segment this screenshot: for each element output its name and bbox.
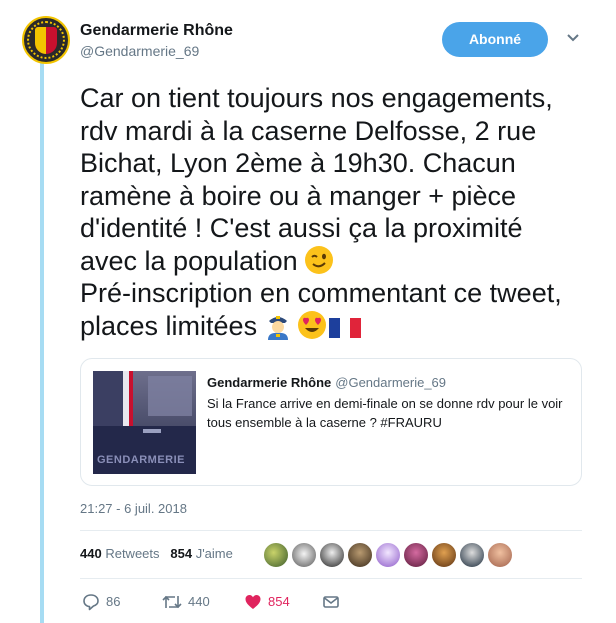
tweet-line: avec la population	[80, 245, 298, 276]
reply-count: 86	[106, 593, 121, 609]
tweet-text: Car on tient toujours nos engagements, r…	[80, 82, 580, 342]
heart-eyes-face-icon	[298, 310, 327, 339]
winking-face-icon	[304, 245, 333, 274]
liker-avatar[interactable]	[291, 542, 317, 568]
envelope-icon	[323, 595, 339, 608]
liker-avatar[interactable]	[487, 542, 513, 568]
liker-avatar[interactable]	[263, 542, 289, 568]
liker-avatar[interactable]	[459, 542, 485, 568]
quoted-tweet-text: Si la France arrive en demi-finale on se…	[207, 396, 563, 430]
police-officer-icon	[268, 315, 289, 340]
retweets-stat[interactable]: 440 Retweets	[80, 546, 160, 561]
retweet-icon	[162, 595, 182, 608]
tweet-line: Car on tient toujours nos engagements,	[80, 83, 553, 113]
reply-button[interactable]: 86	[82, 590, 120, 612]
avatar[interactable]	[22, 16, 70, 64]
quoted-tweet-author[interactable]: Gendarmerie Rhône @Gendarmerie_69	[207, 375, 446, 390]
liker-avatar[interactable]	[319, 542, 345, 568]
quoted-tweet[interactable]: GENDARMERIE Gendarmerie Rhône @Gendarmeri…	[80, 358, 582, 486]
likes-label: J'aime	[195, 546, 233, 561]
divider	[80, 578, 582, 579]
quoted-tweet-name: Gendarmerie Rhône	[207, 375, 332, 390]
gendarmerie-vehicle-image: GENDARMERIE	[93, 371, 196, 474]
retweets-label: Retweets	[105, 546, 160, 561]
divider	[80, 530, 582, 531]
image-caption: GENDARMERIE	[97, 454, 185, 466]
crest-half	[35, 27, 46, 54]
liker-avatar[interactable]	[347, 542, 373, 568]
thread-line	[40, 60, 44, 623]
tweet-line: rdv mardi à la caserne Delfosse, 2 rue	[80, 115, 537, 146]
france-flag-icon	[329, 317, 362, 338]
tweet-timestamp[interactable]: 21:27 - 6 juil. 2018	[80, 501, 187, 516]
follow-button[interactable]: Abonné	[442, 22, 548, 57]
likes-stat[interactable]: 854 J'aime	[170, 546, 233, 561]
engagement-stats: 440 Retweets 854 J'aime	[80, 546, 233, 561]
likes-count: 854	[170, 546, 193, 561]
tweet-actions: 86 440 854	[80, 590, 380, 612]
account-name[interactable]: Gendarmerie Rhône	[80, 22, 233, 40]
quoted-tweet-handle: @Gendarmerie_69	[335, 375, 447, 390]
like-button[interactable]: 854	[244, 590, 290, 612]
tweet-line: d'identité ! C'est aussi ça la proximité	[80, 213, 523, 243]
retweet-button[interactable]: 440	[162, 590, 210, 612]
tweet-line: places limitées	[80, 310, 258, 341]
liker-avatar[interactable]	[375, 542, 401, 568]
retweets-count: 440	[80, 546, 102, 561]
tweet-line: Pré-inscription en commentant ce tweet,	[80, 278, 562, 308]
retweet-count: 440	[188, 593, 210, 609]
liker-avatar[interactable]	[403, 542, 429, 568]
chevron-down-icon[interactable]	[566, 33, 580, 43]
account-handle[interactable]: @Gendarmerie_69	[80, 43, 199, 59]
heart-icon	[245, 594, 261, 609]
quoted-tweet-image[interactable]: GENDARMERIE	[93, 371, 196, 474]
tweet-line-with-emoji: places limitées	[80, 310, 580, 343]
direct-message-button[interactable]	[322, 590, 340, 612]
tweet-line: Bichat, Lyon 2ème à 19h30. Chacun	[80, 148, 516, 178]
reply-icon	[83, 593, 99, 610]
tweet-line-with-emoji: avec la population	[80, 245, 580, 278]
tweet-line: ramène à boire ou à manger + pièce	[80, 180, 517, 211]
liker-avatar[interactable]	[431, 542, 457, 568]
like-count: 854	[268, 593, 290, 609]
